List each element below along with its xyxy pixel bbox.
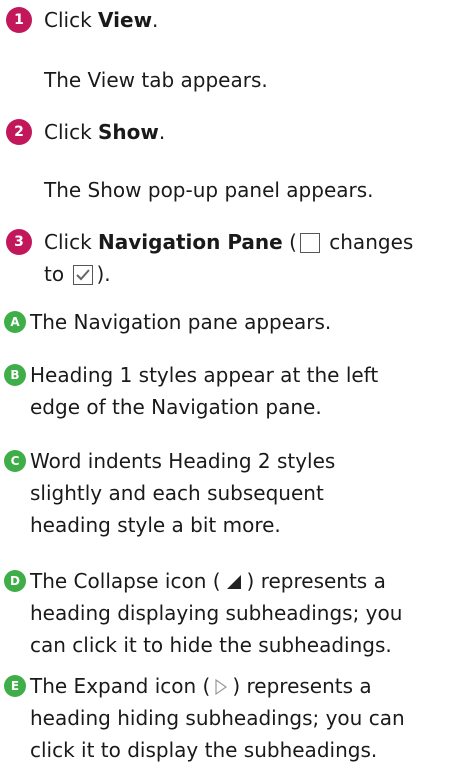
callout-b-line-2: edge of the Navigation pane.	[30, 395, 322, 419]
step-3-changes: changes	[322, 230, 414, 254]
callout-d-line-1-start: The Collapse icon (	[30, 569, 221, 593]
callout-e-text: The Expand icon ( ) represents a heading …	[30, 670, 470, 766]
callout-b-badge: B	[4, 364, 26, 386]
callout-e-badge: E	[4, 675, 26, 697]
step-3-line-1: Click Navigation Pane ( changes	[44, 226, 464, 258]
callout-d-line-1: The Collapse icon ( ) represents a	[30, 565, 470, 597]
callout-d-text: The Collapse icon ( ) represents a headin…	[30, 565, 470, 661]
step-1-prefix: Click	[44, 8, 99, 32]
callout-b-text: Heading 1 styles appear at the left edge…	[30, 359, 470, 423]
step-2-badge: 2	[6, 119, 32, 145]
step-1-result: The View tab appears.	[44, 68, 268, 92]
callout-d-line-3: can click it to hide the subheadings.	[30, 633, 392, 657]
step-2-target: Show	[98, 120, 159, 144]
callout-e-line-3: click it to display the subheadings.	[30, 738, 378, 762]
callout-d-line-2: heading displaying subheadings; you	[30, 601, 403, 625]
step-1-suffix: .	[152, 8, 159, 32]
step-3-instruction: Click Navigation Pane ( changes to ).	[44, 226, 464, 290]
step-3-target: Navigation Pane	[98, 230, 283, 254]
collapse-triangle-icon	[223, 569, 244, 589]
step-3-prefix: Click	[44, 230, 99, 254]
step-2-result: The Show pop-up panel appears.	[44, 178, 374, 202]
callout-c-text: Word indents Heading 2 styles slightly a…	[30, 445, 470, 541]
callout-a-text: The Navigation pane appears.	[30, 310, 332, 334]
checkbox-unchecked-icon	[299, 233, 320, 253]
callout-e-line-1-start: The Expand icon (	[30, 674, 211, 698]
callout-d-badge: D	[4, 570, 26, 592]
callout-e-line-2: heading hiding subheadings; you can	[30, 706, 405, 730]
step-3-line-2: to ).	[44, 258, 464, 290]
step-1-target: View	[98, 8, 153, 32]
step-1-badge: 1	[6, 7, 32, 33]
step-3-to: to	[44, 262, 71, 286]
step-2-instruction: Click Show.	[44, 116, 464, 148]
step-2-prefix: Click	[44, 120, 99, 144]
step-3-open-paren: (	[282, 230, 297, 254]
expand-triangle-icon	[213, 674, 230, 696]
callout-c-line-3: heading style a bit more.	[30, 513, 281, 537]
callout-d-line-1-end: ) represents a	[246, 569, 386, 593]
callout-c-line-1: Word indents Heading 2 styles	[30, 449, 336, 473]
checkbox-checked-icon	[73, 265, 94, 285]
step-3-badge: 3	[6, 229, 32, 255]
step-2-suffix: .	[158, 120, 166, 144]
step-3-close-paren: ).	[96, 262, 111, 286]
callout-a-badge: A	[4, 311, 26, 333]
callout-e-line-1-end: ) represents a	[232, 674, 372, 698]
callout-b-line-1: Heading 1 styles appear at the left	[30, 363, 379, 387]
callout-c-badge: C	[4, 450, 26, 472]
step-1-instruction: Click View.	[44, 4, 464, 36]
callout-e-line-1: The Expand icon ( ) represents a	[30, 670, 470, 702]
callout-c-line-2: slightly and each subsequent	[30, 481, 324, 505]
